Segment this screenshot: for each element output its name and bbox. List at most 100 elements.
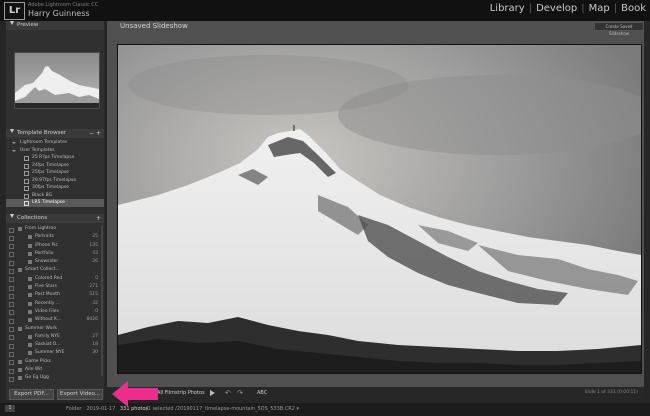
collection-checkbox[interactable] [9,260,14,266]
template-item[interactable]: Lightroom Templates [6,139,104,147]
collection-item[interactable]: Recently ... 32 [6,300,104,308]
template-item[interactable]: 25fps Timelapse [6,169,104,177]
collection-checkbox[interactable] [9,293,14,299]
template-item[interactable]: 24fps Timelapse [6,162,104,170]
collection-item[interactable]: From Lightroo [6,225,104,233]
collection-checkbox[interactable] [9,235,14,241]
collection-name: Go Eg Ugg [25,375,49,381]
collection-checkbox[interactable] [9,343,14,349]
collection-count: 30 [92,350,98,356]
collection-item[interactable]: Past Month 515 [6,291,104,299]
rotate-right-icon[interactable]: ↷ [237,390,245,397]
collection-count: 515 [89,292,98,298]
module-book[interactable]: Book [621,3,646,14]
mountain-thumbnail-image [15,53,99,108]
slide-preview [117,44,642,374]
collection-item[interactable]: Five Stars 271 [6,283,104,291]
module-develop[interactable]: Develop [536,3,577,14]
create-saved-slideshow-button[interactable]: Create Saved Slideshow [594,22,644,36]
template-browser-header[interactable]: Template Browser − + [6,129,104,138]
collection-item[interactable]: Smart Collect... [6,266,104,274]
add-remove-icon[interactable]: − + [89,129,101,138]
collection-checkbox[interactable] [9,252,14,258]
collection-checkbox[interactable] [9,268,14,274]
collection-item[interactable]: Without K... 8026 [6,316,104,324]
collection-name: Saskiat O... [35,342,61,348]
collection-item[interactable]: Portfolio 43 [6,250,104,258]
collection-icon [28,301,32,306]
collection-count: 0 [95,308,98,314]
collection-item[interactable]: Colored Red 0 [6,275,104,283]
slideshow-title: Unsaved Slideshow [120,22,188,30]
collection-name: Summer Work [25,325,57,331]
collection-name: From Lightroo [25,226,57,231]
collection-item[interactable]: Summer NYE 30 [6,349,104,357]
left-panel: Preview Template Browser − + Lightroom T… [6,21,104,387]
collection-item[interactable]: Aile Wit [6,366,104,374]
collection-set-icon [18,368,22,373]
collection-checkbox[interactable] [9,360,14,366]
mountain-slide-image [118,45,641,373]
collection-icon [28,293,32,298]
collection-checkbox[interactable] [9,368,14,374]
collection-name: Snowsider [35,259,59,265]
collection-checkbox[interactable] [9,327,14,333]
template-item[interactable]: 25 R?ps Timelapse [6,154,104,162]
collection-item[interactable]: Snowsider 26 [6,258,104,266]
use-photos-selector[interactable]: All Filmstrip Photos [157,390,205,396]
rotate-left-icon[interactable]: ↶ [225,390,233,397]
collection-icon [28,318,32,323]
collection-item[interactable]: Family NYE 27 [6,333,104,341]
collection-checkbox[interactable] [9,285,14,291]
collection-item[interactable]: iPhone Pic 135 [6,242,104,250]
folder-label: Folder : 2019-01-17 [66,406,116,412]
template-item-selected[interactable]: LR5 Timelapse [6,199,104,207]
collection-checkbox[interactable] [9,277,14,283]
collection-checkbox[interactable] [9,335,14,341]
left-panel-scrollbar[interactable] [101,226,103,376]
template-item[interactable]: User Templates [6,147,104,155]
module-map[interactable]: Map [589,3,610,14]
collection-item[interactable]: Summer Work [6,325,104,333]
add-text-button[interactable]: ABC [257,390,267,396]
collection-icon [28,276,32,281]
template-item[interactable]: 30fps Timelapse [6,184,104,192]
collection-item[interactable]: Portraits 25 [6,233,104,241]
template-list: Lightroom Templates User Templates 25 R?… [6,139,104,207]
export-bar: Export PDF... Export Video... [6,387,104,400]
collection-icon [28,334,32,339]
collection-name: Video Files [35,308,59,314]
template-item[interactable]: Black BG [6,192,104,200]
collection-list: From Lightroo Portraits 25 iPhone Pic 135 Por… [6,225,104,383]
collection-name: Smart Collect... [25,267,60,273]
collection-checkbox[interactable] [9,302,14,308]
collection-set-icon [18,227,22,231]
play-icon[interactable] [210,390,215,396]
collection-item[interactable]: Game Picks [6,358,104,366]
add-collection-icon[interactable]: + [96,214,101,223]
app-name: Adobe Lightroom Classic CC [28,2,99,8]
collection-checkbox[interactable] [9,244,14,250]
collapse-icon [10,21,14,25]
module-library[interactable]: Library [490,3,525,14]
collection-icon [28,235,32,240]
template-item[interactable]: 29.97fps Timelapse [6,177,104,185]
collections-header[interactable]: Collections + [6,214,104,223]
collection-item[interactable]: Saskiat O... 18 [6,341,104,349]
collection-checkbox[interactable] [9,318,14,324]
page-number-button[interactable]: 1 [5,405,15,412]
collection-checkbox[interactable] [9,376,14,382]
preview-panel-header[interactable]: Preview [6,21,104,30]
collection-item[interactable]: Go Eg Ugg [6,374,104,382]
collection-item[interactable]: Video Files 0 [6,308,104,316]
collection-checkbox[interactable] [9,310,14,316]
export-video-button[interactable]: Export Video... [57,389,103,400]
export-pdf-button[interactable]: Export PDF... [9,389,54,400]
collection-checkbox[interactable] [9,227,14,233]
collection-count: 135 [89,242,98,248]
collection-checkbox[interactable] [9,351,14,357]
collection-count: 26 [92,259,98,265]
collection-name: Colored Red [35,275,63,281]
collection-icon [28,260,32,265]
selected-file-path[interactable]: /1 selected /20190117_timelapse-mountain… [146,406,299,412]
